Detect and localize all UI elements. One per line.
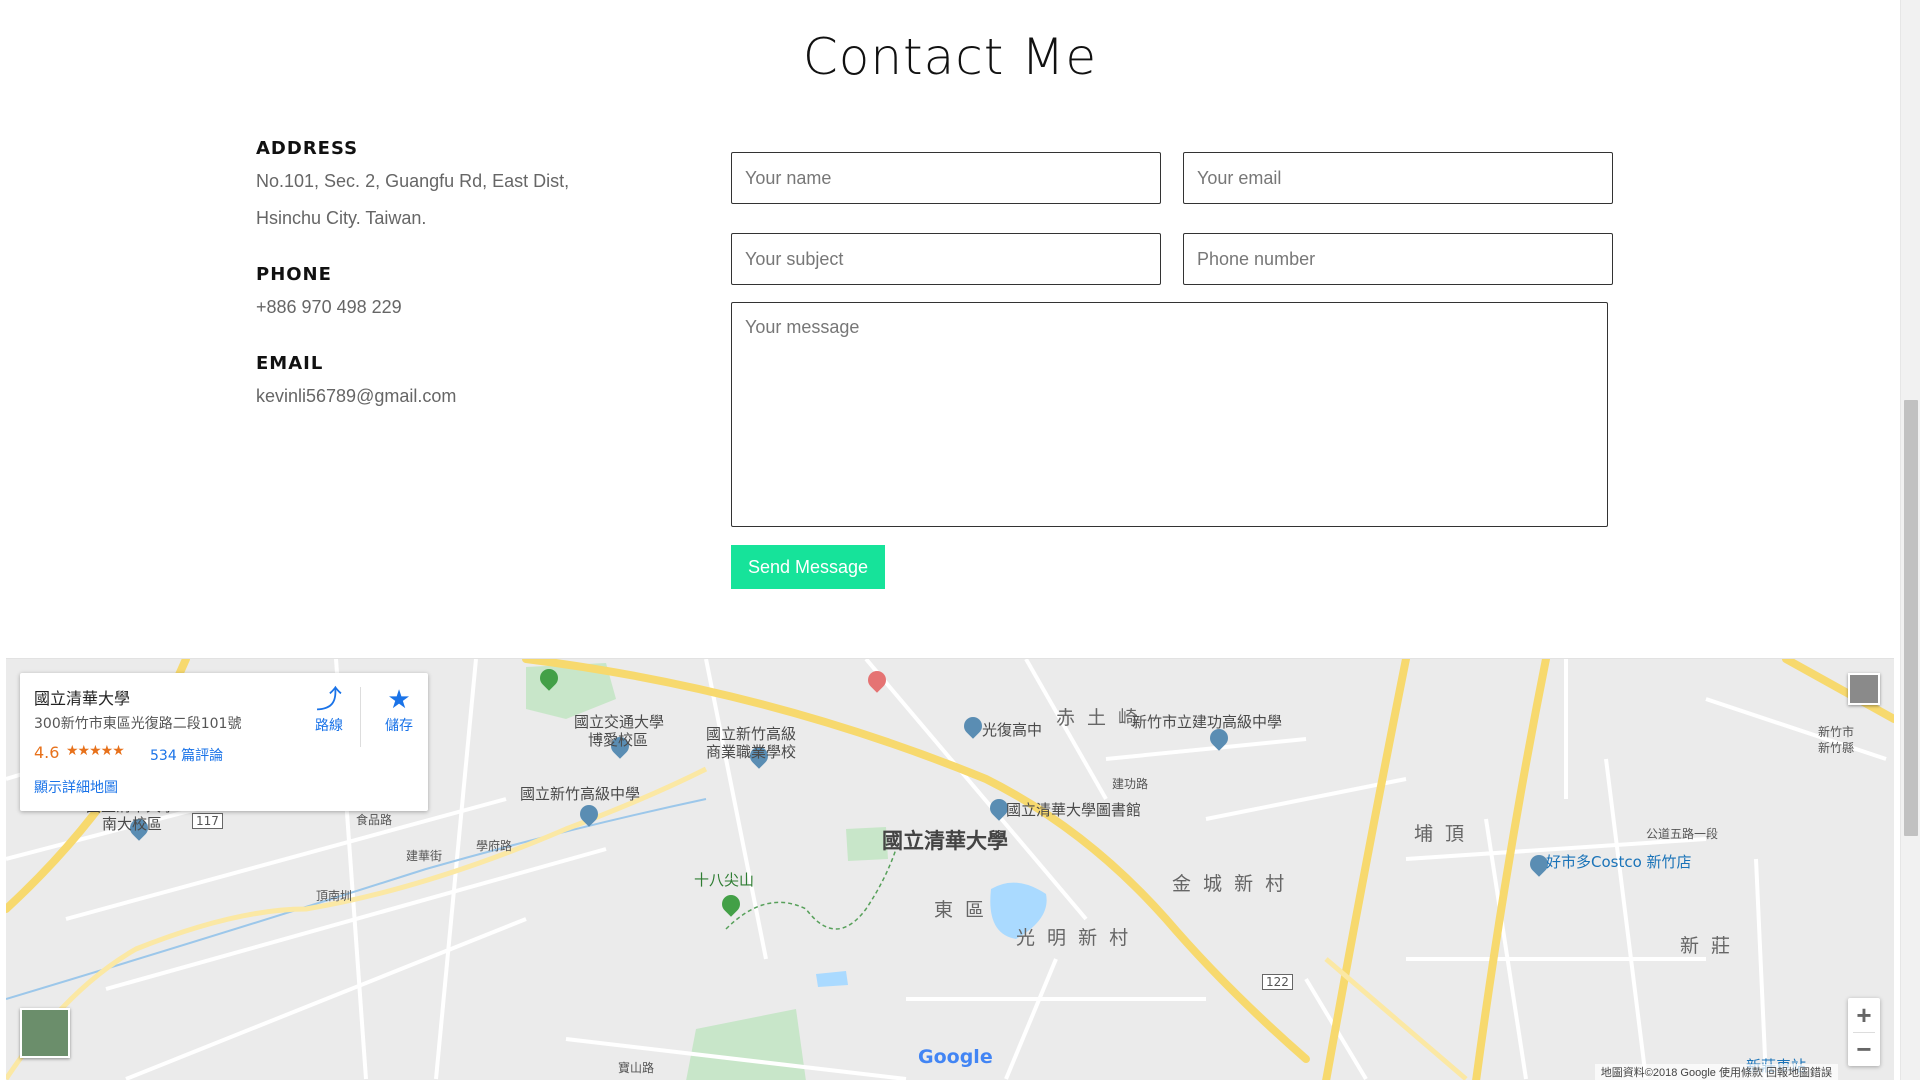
page-scrollbar[interactable]: [1900, 0, 1920, 1080]
map-label: 新竹市立建功高級中學: [1132, 713, 1283, 731]
phone-label: PHONE: [256, 264, 332, 285]
map-label: 學府路: [476, 839, 513, 853]
google-map[interactable]: 國立交通大學 博愛校區 國立新竹高級 商業職業學校 光復高中 赤 土 崎 新竹市…: [6, 658, 1894, 1080]
phone-placeholder: Phone number: [1197, 248, 1316, 269]
address-block: ADDRESS No.101, Sec. 2, Guangfu Rd, East…: [256, 138, 656, 237]
map-label: 十八尖山: [694, 871, 755, 889]
directions-icon: ⤴: [315, 685, 342, 715]
map-label: 新竹縣: [1818, 741, 1855, 755]
message-textarea[interactable]: Your message: [731, 302, 1608, 527]
directions-label: 路線: [315, 718, 343, 734]
street-view-pegman-icon[interactable]: [1848, 673, 1880, 705]
map-label: 赤 土 崎: [1056, 707, 1141, 729]
map-label: 國立清華大學: [882, 829, 1008, 853]
email-value: kevinli56789@gmail.com: [256, 386, 457, 406]
map-label: 南大校區: [102, 815, 163, 833]
map-label: 國立新竹高級中學: [520, 785, 641, 803]
phone-value: +886 970 498 229: [256, 297, 402, 317]
zoom-out-button[interactable]: −: [1848, 1032, 1880, 1066]
map-label: 埔 頂: [1414, 823, 1468, 845]
place-rating: 4.6: [34, 743, 60, 762]
map-label: 新 莊: [1680, 935, 1734, 957]
contact-info: ADDRESS No.101, Sec. 2, Guangfu Rd, East…: [256, 138, 656, 442]
name-placeholder: Your name: [745, 167, 832, 188]
phone-block: PHONE +886 970 498 229: [256, 264, 656, 326]
send-message-button[interactable]: Send Message: [731, 545, 885, 589]
email-block: EMAIL kevinli56789@gmail.com: [256, 353, 656, 415]
phone-input[interactable]: Phone number: [1183, 233, 1613, 285]
map-label: 博愛校區: [588, 731, 649, 749]
satellite-toggle[interactable]: [20, 1008, 70, 1058]
zoom-divider: [1853, 1032, 1875, 1033]
map-label: 寶山路: [618, 1061, 655, 1075]
map-label: 金 城 新 村: [1172, 873, 1288, 895]
google-logo-text: Google: [918, 1046, 993, 1068]
card-divider: [360, 687, 361, 747]
subject-placeholder: Your subject: [745, 248, 844, 269]
page-title: Contact Me: [802, 28, 1098, 86]
map-label: 東 區: [934, 899, 988, 921]
address-line-2: Hsinchu City. Taiwan.: [256, 208, 427, 228]
page: Contact Me ADDRESS No.101, Sec. 2, Guang…: [0, 0, 1900, 1080]
google-logo: Google: [918, 1046, 993, 1068]
address-value: No.101, Sec. 2, Guangfu Rd, East Dist, H…: [256, 163, 656, 237]
directions-button[interactable]: ⤴ 路線: [304, 685, 354, 735]
address-label: ADDRESS: [256, 138, 359, 159]
address-line-1: No.101, Sec. 2, Guangfu Rd, East Dist,: [256, 171, 570, 191]
map-label: 頂南圳: [316, 889, 353, 903]
map-label: 公道五路一段: [1646, 827, 1719, 841]
reviews-link[interactable]: 534 篇評論: [150, 745, 223, 765]
map-label: 光復高中: [982, 721, 1043, 739]
rating-stars-icon: ★★★★★: [66, 743, 125, 759]
star-icon: ★: [387, 685, 411, 715]
place-name: 國立清華大學: [34, 689, 131, 708]
map-label: 建功路: [1112, 777, 1149, 791]
map-label: 好市多Costco 新竹店: [1546, 853, 1692, 871]
map-label: 商業職業學校: [706, 743, 797, 761]
map-label: 新竹市: [1818, 725, 1855, 739]
map-label: 國立清華大學圖書館: [1006, 801, 1142, 819]
map-label: 食品路: [356, 813, 393, 827]
route-shield: 122: [1262, 974, 1293, 990]
email-placeholder: Your email: [1197, 167, 1282, 188]
zoom-control: + −: [1848, 998, 1880, 1066]
name-input[interactable]: Your name: [731, 152, 1161, 204]
save-button[interactable]: ★ 儲存: [374, 685, 424, 735]
email-label: EMAIL: [256, 353, 324, 374]
route-shield: 117: [192, 813, 223, 829]
message-placeholder: Your message: [745, 317, 860, 337]
scrollbar-thumb[interactable]: [1904, 400, 1918, 836]
map-label: 光 明 新 村: [1016, 927, 1132, 949]
map-attribution[interactable]: 地圖資料©2018 Google 使用條款 回報地圖錯誤: [1594, 1064, 1838, 1080]
zoom-in-button[interactable]: +: [1848, 998, 1880, 1032]
subject-input[interactable]: Your subject: [731, 233, 1161, 285]
place-address: 300新竹市東區光復路二段101號: [34, 716, 242, 732]
place-info-card: 國立清華大學 300新竹市東區光復路二段101號 4.6 ★★★★★ 534 篇…: [20, 673, 428, 811]
map-label: 建華街: [406, 849, 443, 863]
save-label: 儲存: [385, 718, 413, 734]
email-input[interactable]: Your email: [1183, 152, 1613, 204]
larger-map-link[interactable]: 顯示詳細地圖: [34, 777, 118, 797]
